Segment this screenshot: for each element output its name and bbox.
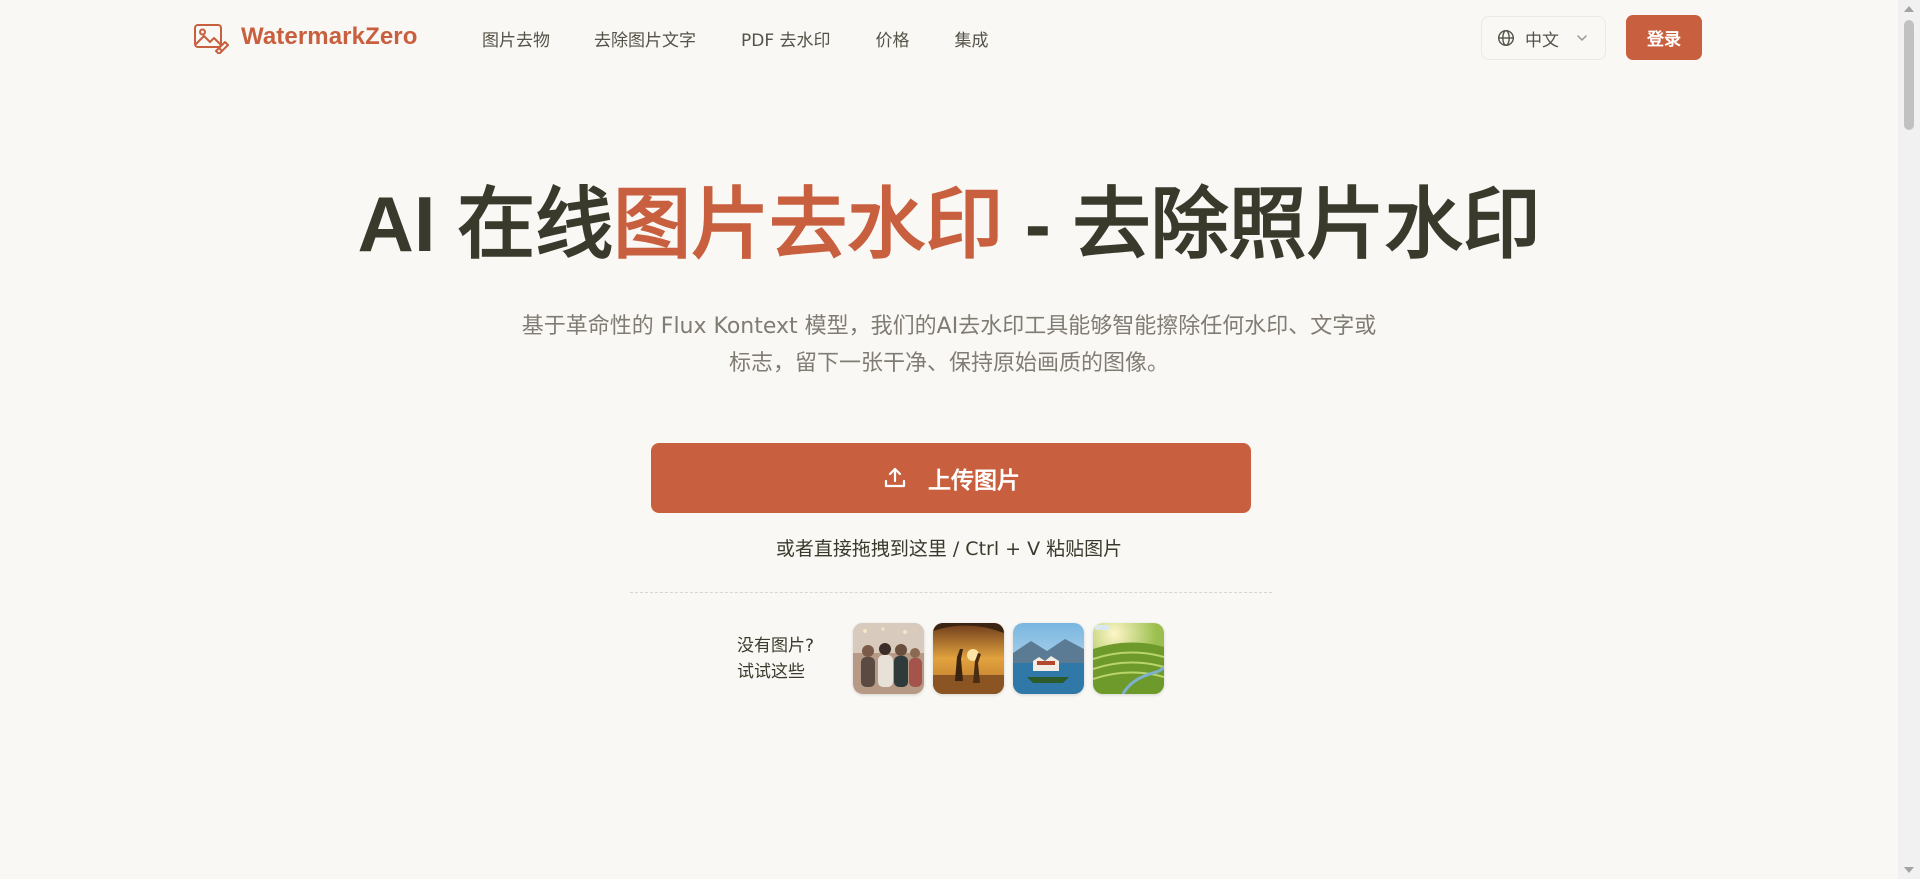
- sample-image-rice-terraces[interactable]: [1093, 623, 1164, 694]
- hero-title-accent: 图片去水印: [613, 180, 1004, 268]
- site-header: WatermarkZero 图片去物 去除图片文字 PDF 去水印 价格 集成 …: [0, 0, 1898, 75]
- nav-item-pdf-watermark[interactable]: PDF 去水印: [741, 26, 831, 51]
- samples-label-line2: 试试这些: [737, 662, 805, 682]
- upload-image-button[interactable]: 上传图片: [651, 443, 1251, 513]
- hero-description: 基于革命性的 Flux Kontext 模型，我们的AI去水印工具能够智能擦除任…: [459, 308, 1439, 382]
- hero-description-line1: 基于革命性的 Flux Kontext 模型，我们的AI去水印工具能够智能擦除任…: [521, 314, 1377, 339]
- drop-hint: 或者直接拖拽到这里 / Ctrl + V 粘贴图片: [775, 538, 1123, 560]
- upload-button-label: 上传图片: [928, 467, 1020, 493]
- brand-logo[interactable]: WatermarkZero: [193, 20, 417, 54]
- divider: [630, 592, 1272, 593]
- nav-item-remove-text[interactable]: 去除图片文字: [594, 26, 696, 51]
- nav-item-object-removal[interactable]: 图片去物: [482, 26, 550, 51]
- globe-icon: [1497, 29, 1515, 47]
- nav-item-pricing[interactable]: 价格: [876, 26, 910, 51]
- image-eraser-icon: [194, 24, 229, 54]
- page-scrollbar[interactable]: [1898, 0, 1920, 879]
- sample-images: [853, 623, 1164, 694]
- brand-name: WatermarkZero: [241, 23, 418, 50]
- samples-label-line1: 没有图片?: [737, 636, 815, 656]
- chevron-down-icon: [1577, 35, 1587, 41]
- samples-label: 没有图片? 试试这些: [737, 633, 814, 685]
- hero-title-suffix: - 去除照片水印: [1003, 180, 1541, 268]
- main-nav: 图片去物 去除图片文字 PDF 去水印 价格 集成: [482, 26, 989, 51]
- upload-icon: [884, 467, 906, 488]
- sample-image-group-photo[interactable]: [853, 623, 924, 694]
- sample-image-giraffes[interactable]: [933, 623, 1004, 694]
- nav-item-integrations[interactable]: 集成: [955, 26, 989, 51]
- language-selector[interactable]: 中文: [1481, 16, 1606, 60]
- scroll-down-arrow-icon[interactable]: [1904, 867, 1914, 873]
- page: WatermarkZero 图片去物 去除图片文字 PDF 去水印 价格 集成 …: [0, 0, 1920, 879]
- hero-title: AI 在线图片去水印 - 去除照片水印: [0, 178, 1898, 270]
- sample-image-castle-lake[interactable]: [1013, 623, 1084, 694]
- scrollbar-thumb[interactable]: [1904, 20, 1914, 130]
- hero-description-line2: 标志，留下一张干净、保持原始画质的图像。: [728, 351, 1169, 376]
- language-label: 中文: [1525, 30, 1559, 51]
- login-button[interactable]: 登录: [1626, 15, 1702, 60]
- scroll-up-arrow-icon[interactable]: [1904, 6, 1914, 12]
- hero-title-prefix: AI 在线: [357, 180, 614, 268]
